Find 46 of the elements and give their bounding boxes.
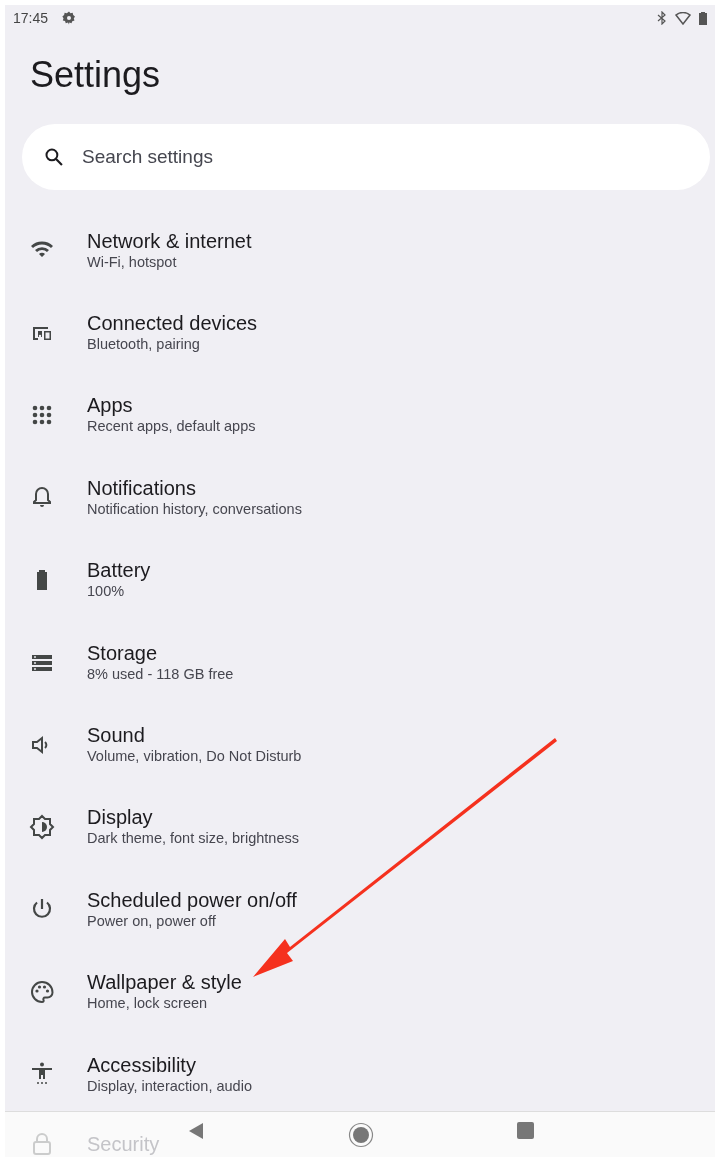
item-subtitle: Dark theme, font size, brightness	[87, 829, 299, 849]
item-title: Storage	[87, 640, 159, 665]
settings-item[interactable]: Network & internet Wi-Fi, hotspot	[5, 209, 715, 292]
settings-item[interactable]: Scheduled power on/off Power on, power off	[5, 868, 715, 951]
bluetooth-icon	[657, 11, 667, 25]
recents-icon[interactable]	[516, 1121, 534, 1139]
settings-item[interactable]: Connected devices Bluetooth, pairing	[5, 291, 715, 374]
settings-item[interactable]: Notifications Notification history, conversations	[5, 456, 715, 539]
item-subtitle: Display, interaction, audio	[87, 1076, 252, 1096]
item-subtitle: Notification history, conversations	[87, 499, 302, 519]
gear-icon	[62, 11, 77, 25]
settings-item[interactable]: Storage 8% used - 118 GB free	[5, 620, 715, 704]
search-icon	[44, 147, 64, 167]
item-subtitle: Wi-Fi, hotspot	[87, 252, 178, 272]
settings-item[interactable]: Display Dark theme, font size, brightness	[5, 785, 715, 869]
item-title: Display	[87, 805, 154, 830]
brightness-icon	[29, 813, 55, 840]
item-title: Accessibility	[87, 1052, 197, 1077]
palette-icon	[29, 978, 55, 1005]
battery-icon	[699, 11, 707, 25]
item-title: Scheduled power on/off	[87, 887, 297, 912]
item-subtitle: Power on, power off	[87, 911, 217, 931]
item-title: Network & internet	[87, 228, 252, 253]
search-bar[interactable]: Search settings	[22, 124, 710, 190]
item-title: Apps	[87, 393, 134, 418]
item-subtitle: Home, lock screen	[87, 994, 209, 1014]
settings-item[interactable]: Apps Recent apps, default apps	[5, 373, 715, 457]
item-subtitle: 8% used - 118 GB free	[87, 664, 234, 684]
home-icon[interactable]	[347, 1121, 374, 1148]
search-field[interactable]: Search settings	[80, 141, 688, 173]
item-subtitle: Volume, vibration, Do Not Disturb	[87, 747, 302, 767]
settings-item[interactable]: Accessibility Display, interaction, audio	[5, 1032, 715, 1116]
item-subtitle: Bluetooth, pairing	[87, 335, 201, 355]
item-title: Connected devices	[87, 311, 258, 336]
item-title: Battery	[87, 558, 151, 583]
settings-item[interactable]: Sound Volume, vibration, Do Not Disturb	[5, 703, 715, 786]
item-title: Sound	[87, 723, 146, 748]
item-title: Notifications	[87, 475, 197, 500]
status-time: 17:45	[13, 8, 49, 28]
wifi-icon	[675, 11, 691, 25]
page-title: Settings	[30, 53, 162, 97]
settings-item[interactable]: Wallpaper & style Home, lock screen	[5, 950, 715, 1033]
item-subtitle: Recent apps, default apps	[87, 417, 256, 437]
item-title: Wallpaper & style	[87, 970, 242, 995]
settings-item[interactable]: Battery 100%	[5, 538, 715, 621]
item-subtitle: 100%	[87, 582, 126, 602]
